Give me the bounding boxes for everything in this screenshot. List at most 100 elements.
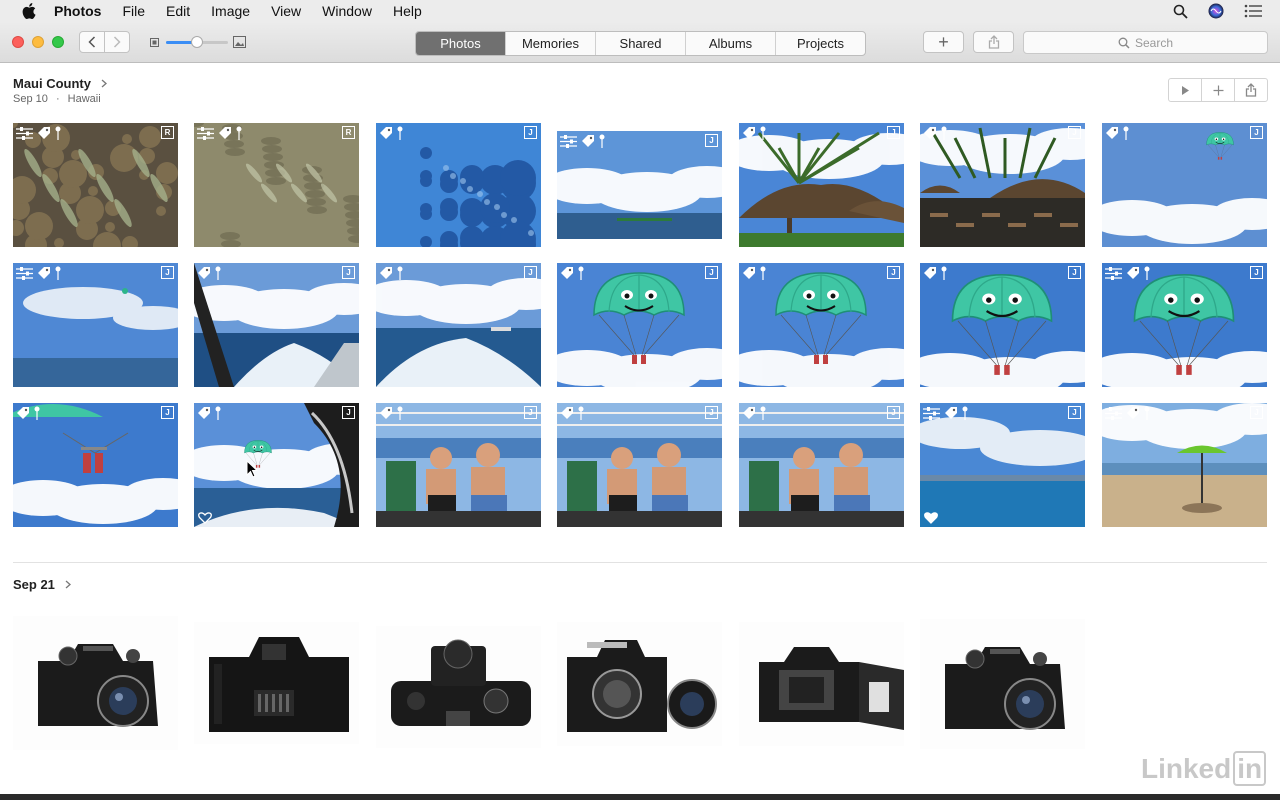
menu-file[interactable]: File xyxy=(122,3,145,19)
raw-jpeg-badge: J xyxy=(705,134,718,147)
scrollbar[interactable] xyxy=(1272,66,1280,794)
moment-place[interactable]: Hawaii xyxy=(68,93,101,105)
photo-image xyxy=(194,123,359,247)
photo-thumbnail[interactable]: J xyxy=(194,403,359,527)
tag-icon xyxy=(219,127,231,139)
tag-icon xyxy=(198,407,210,419)
share-button[interactable] xyxy=(973,31,1014,53)
plus-icon xyxy=(1213,85,1223,95)
tab-shared[interactable]: Shared xyxy=(596,32,686,55)
camera-photo-thumbnail[interactable] xyxy=(194,622,359,744)
photo-thumbnail[interactable]: J xyxy=(739,263,904,387)
photo-thumbnail[interactable]: J xyxy=(920,403,1085,527)
spotlight-search-icon[interactable] xyxy=(1173,4,1188,19)
tab-projects[interactable]: Projects xyxy=(776,32,865,55)
moment-actions xyxy=(1168,78,1268,102)
photo-overlay-icons xyxy=(1105,126,1129,140)
menu-view[interactable]: View xyxy=(271,3,301,19)
photo-overlay-icons xyxy=(742,266,766,280)
photo-thumbnail[interactable]: J xyxy=(1102,123,1267,247)
photo-image xyxy=(376,123,541,247)
photo-image xyxy=(376,403,541,527)
small-thumbnail-icon xyxy=(150,38,159,47)
camera-photo-thumbnail[interactable] xyxy=(557,622,722,746)
photo-thumbnail[interactable]: R xyxy=(194,123,359,247)
photo-image xyxy=(739,263,904,387)
photo-thumbnail[interactable]: J xyxy=(739,123,904,247)
photo-thumbnail[interactable]: J xyxy=(1102,403,1267,527)
back-button[interactable] xyxy=(79,31,105,53)
menu-help[interactable]: Help xyxy=(393,3,422,19)
photo-thumbnail[interactable]: J xyxy=(13,403,178,527)
photo-thumbnail[interactable]: R xyxy=(13,123,178,247)
pin-icon xyxy=(397,266,403,280)
zoom-slider[interactable] xyxy=(166,36,228,48)
search-field[interactable]: Search xyxy=(1023,31,1268,54)
photo-thumbnail[interactable]: J xyxy=(739,403,904,527)
menu-edit[interactable]: Edit xyxy=(166,3,190,19)
slideshow-button[interactable] xyxy=(1169,79,1202,101)
siri-icon[interactable] xyxy=(1208,3,1224,19)
photo-overlay-icons xyxy=(16,406,40,420)
apple-icon[interactable] xyxy=(20,3,38,19)
heart-icon[interactable] xyxy=(924,512,938,524)
raw-jpeg-badge: J xyxy=(524,126,537,139)
photo-thumbnail[interactable]: J xyxy=(920,263,1085,387)
pin-icon xyxy=(941,126,947,140)
add-button[interactable]: + xyxy=(923,31,964,53)
pin-icon xyxy=(55,126,61,140)
raw-jpeg-badge: J xyxy=(887,406,900,419)
tag-icon xyxy=(198,267,210,279)
photo-thumbnail[interactable]: J xyxy=(920,123,1085,247)
zoom-slider-knob[interactable] xyxy=(191,36,203,48)
section-divider xyxy=(13,562,1267,563)
tab-photos[interactable]: Photos xyxy=(416,32,506,55)
camera-photo-thumbnail[interactable] xyxy=(13,616,178,750)
photo-thumbnail[interactable]: J xyxy=(376,403,541,527)
moment-title-row[interactable]: Maui County xyxy=(13,76,107,91)
chevron-right-icon xyxy=(65,580,71,589)
moment2-title[interactable]: Sep 21 xyxy=(13,577,55,592)
tab-albums[interactable]: Albums xyxy=(686,32,776,55)
raw-jpeg-badge: J xyxy=(887,126,900,139)
menu-image[interactable]: Image xyxy=(211,3,250,19)
photo-image xyxy=(376,626,541,748)
minimize-window-button[interactable] xyxy=(32,36,44,48)
zoom-window-button[interactable] xyxy=(52,36,64,48)
tag-icon xyxy=(561,407,573,419)
photo-overlay-icons xyxy=(560,406,584,420)
heart-icon[interactable] xyxy=(198,512,212,524)
forward-button[interactable] xyxy=(104,31,130,53)
moment-add-button[interactable] xyxy=(1202,79,1235,101)
photo-thumbnail[interactable]: J xyxy=(557,131,722,239)
tab-memories[interactable]: Memories xyxy=(506,32,596,55)
tag-icon xyxy=(924,127,936,139)
photo-thumbnail[interactable]: J xyxy=(557,403,722,527)
photo-thumbnail[interactable]: J xyxy=(376,263,541,387)
photo-thumbnail[interactable]: J xyxy=(1102,263,1267,387)
pin-icon xyxy=(397,126,403,140)
photo-image xyxy=(920,263,1085,387)
large-thumbnail-icon xyxy=(233,36,246,48)
camera-photo-thumbnail[interactable] xyxy=(920,619,1085,749)
menu-window[interactable]: Window xyxy=(322,3,372,19)
photo-thumbnail[interactable]: J xyxy=(376,123,541,247)
photo-thumbnail[interactable]: J xyxy=(557,263,722,387)
photo-thumbnail[interactable]: J xyxy=(13,263,178,387)
photo-thumbnail[interactable]: J xyxy=(194,263,359,387)
moment2-title-row[interactable]: Sep 21 xyxy=(13,577,71,592)
photo-image xyxy=(376,263,541,387)
menu-app-name[interactable]: Photos xyxy=(54,3,101,19)
photo-overlay-icons xyxy=(197,126,242,140)
camera-photo-thumbnail[interactable] xyxy=(376,626,541,748)
tag-icon xyxy=(924,267,936,279)
photo-overlay-icons xyxy=(560,266,584,280)
sliders-icon xyxy=(1105,266,1122,280)
close-window-button[interactable] xyxy=(12,36,24,48)
camera-photo-thumbnail[interactable] xyxy=(739,622,904,746)
raw-jpeg-badge: J xyxy=(1250,406,1263,419)
moment-share-button[interactable] xyxy=(1235,79,1267,101)
tag-icon xyxy=(38,127,50,139)
moment-title[interactable]: Maui County xyxy=(13,76,91,91)
notification-center-icon[interactable] xyxy=(1244,4,1262,18)
